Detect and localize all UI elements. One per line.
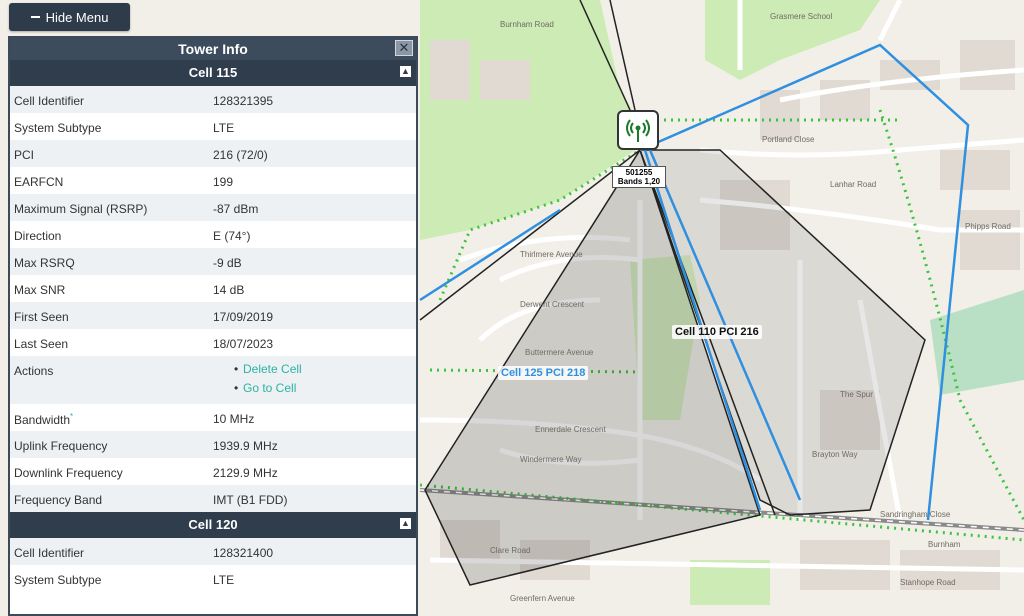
row-label: System Subtype [14,121,102,135]
street-label: Burnham Road [500,20,554,29]
collapse-icon[interactable]: ▲ [400,518,411,529]
table-row: Last Seen 18/07/2023 [10,329,416,356]
row-label: Downlink Frequency [14,466,123,480]
table-row: Max SNR 14 dB [10,275,416,302]
cell-details: Cell Identifier 128321400 System Subtype… [10,538,416,592]
street-label: Thirlmere Avenue [520,250,583,259]
row-value: IMT (B1 FDD) [213,493,288,507]
panel-header: Tower Info ✕ [10,38,416,60]
row-value: 2129.9 MHz [213,466,278,480]
row-label: Cell Identifier [14,546,85,560]
street-label: Windermere Way [520,455,582,464]
row-label: Bandwidth* [10,404,213,427]
table-row: Cell Identifier 128321395 [10,86,416,113]
table-row: Cell Identifier 128321400 [10,538,416,565]
table-row: PCI 216 (72/0) [10,140,416,167]
street-label: Grasmere School [770,12,833,21]
cell-110-label[interactable]: Cell 110 PCI 216 [672,325,762,339]
table-row: Bandwidth* 10 MHz [10,404,416,431]
row-value: LTE [213,573,235,587]
table-row: EARFCN 199 [10,167,416,194]
street-label: Ennerdale Crescent [535,425,606,434]
collapse-icon[interactable]: ▲ [400,66,411,77]
row-value: 128321400 [213,546,274,560]
cell-title: Cell 115 [188,65,238,80]
street-label: Clare Road [490,546,531,555]
row-value: 14 dB [213,283,245,297]
row-value: 10 MHz [213,412,255,426]
actions-row: Actions Delete Cell Go to Cell [10,356,416,404]
minus-icon [30,16,40,18]
tower-id: 501255 [625,168,653,177]
row-label: System Subtype [14,573,102,587]
row-label: Cell Identifier [14,94,85,108]
row-value: 128321395 [213,94,274,108]
cell-125-label[interactable]: Cell 125 PCI 218 [498,366,589,380]
table-row: Max RSRQ -9 dB [10,248,416,275]
cell-section-header[interactable]: Cell 120 ▲ [10,512,416,538]
row-value: 216 (72/0) [213,148,268,162]
street-label: Burnham [928,540,961,549]
go-to-cell-link[interactable]: Go to Cell [234,379,416,398]
street-label: Lanhar Road [830,180,877,189]
delete-cell-link[interactable]: Delete Cell [234,360,416,379]
row-value: 199 [213,175,234,189]
footnote-marker: * [70,412,74,421]
row-label: Frequency Band [14,493,103,507]
table-row: First Seen 17/09/2019 [10,302,416,329]
row-label: Direction [14,229,62,243]
street-label: Phipps Road [965,222,1011,231]
row-label: Actions [14,364,54,378]
row-value: E (74°) [213,229,251,243]
table-row: System Subtype LTE [10,565,416,592]
row-label: PCI [14,148,35,162]
street-label: Derwent Crescent [520,300,585,309]
street-label: Portland Close [762,135,815,144]
cell-section-header[interactable]: Cell 115 ▲ [10,60,416,86]
action-list: Delete Cell Go to Cell [213,360,416,398]
street-label: Sandringham Close [880,510,951,519]
cell-title: Cell 120 [188,517,238,532]
row-value: 17/09/2019 [213,310,274,324]
tower-tag[interactable]: 501255 Bands 1,20 [612,166,666,188]
tower-bands: Bands 1,20 [617,177,661,186]
tower-marker[interactable] [617,110,659,150]
row-label: Last Seen [14,337,69,351]
street-label: Buttermere Avenue [525,348,594,357]
row-value: -87 dBm [213,202,259,216]
row-label: Maximum Signal (RSRP) [14,202,148,216]
bandwidth-label: Bandwidth [14,413,71,427]
tower-info-panel: Tower Info ✕ Cell 115 ▲ Cell Identifier … [8,36,418,616]
row-label: EARFCN [14,175,64,189]
row-label: Uplink Frequency [14,439,108,453]
row-value: 18/07/2023 [213,337,274,351]
row-value: 1939.9 MHz [213,439,278,453]
cell-details: Cell Identifier 128321395 System Subtype… [10,86,416,512]
street-label: Stanhope Road [900,578,956,587]
table-row: Maximum Signal (RSRP) -87 dBm [10,194,416,221]
table-row: System Subtype LTE [10,113,416,140]
cell-tower-icon [625,117,651,143]
close-icon[interactable]: ✕ [395,40,413,56]
street-label: Brayton Way [812,450,858,459]
street-label: Greenfern Avenue [510,594,575,603]
hide-menu-button[interactable]: Hide Menu [9,3,130,31]
row-label: Max SNR [14,283,66,297]
table-row: Frequency Band IMT (B1 FDD) [10,485,416,512]
table-row: Direction E (74°) [10,221,416,248]
panel-title: Tower Info [178,41,248,57]
table-row: Downlink Frequency 2129.9 MHz [10,458,416,485]
street-label: The Spur [840,390,873,399]
table-row: Uplink Frequency 1939.9 MHz [10,431,416,458]
row-value: LTE [213,121,235,135]
hide-menu-label: Hide Menu [45,9,109,25]
row-label: First Seen [14,310,69,324]
row-label: Max RSRQ [14,256,75,270]
row-value: -9 dB [213,256,242,270]
